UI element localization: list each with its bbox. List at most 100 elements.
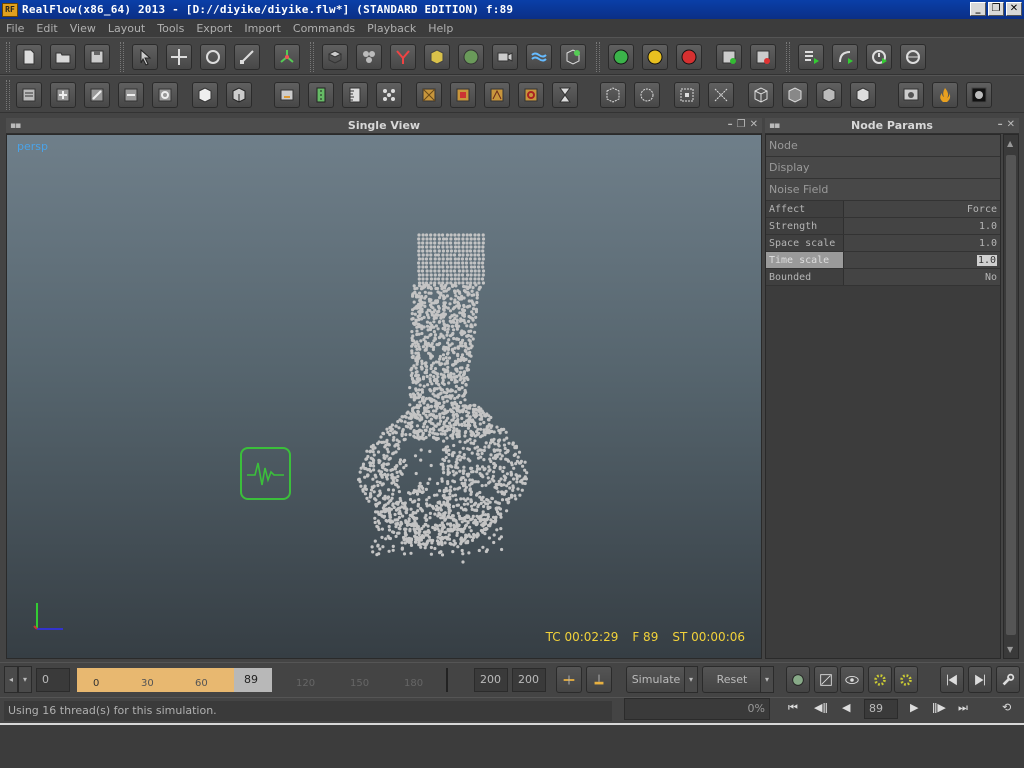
step-back-icon[interactable]: ◀ǁ [814,701,828,714]
menu-file[interactable]: File [6,22,24,35]
fire-icon[interactable] [932,82,958,108]
cube-outline-icon[interactable] [748,82,774,108]
menu-edit[interactable]: Edit [36,22,57,35]
emitter-icon[interactable] [356,44,382,70]
node-link-icon[interactable] [84,82,110,108]
panel-close-icon[interactable]: ✕ [750,119,758,130]
param-value-text[interactable]: 1.0 [976,255,997,266]
camera-icon[interactable] [492,44,518,70]
render-icon[interactable] [898,82,924,108]
timer-icon[interactable] [866,44,892,70]
reset-button[interactable]: Reset [702,666,762,693]
param-row-affect[interactable]: Affect Force [766,201,1000,218]
section-node[interactable]: Node [766,135,1000,157]
menu-export[interactable]: Export [196,22,232,35]
cube-solid-icon[interactable] [226,82,252,108]
panel-float-icon[interactable]: ❐ [737,119,746,130]
menu-playback[interactable]: Playback [367,22,416,35]
toolbar-grip[interactable] [120,42,124,72]
box-icon[interactable] [424,44,450,70]
menu-tools[interactable]: Tools [157,22,184,35]
cube-flat-icon[interactable] [816,82,842,108]
current-frame-field[interactable]: 89 [864,699,898,719]
film-icon[interactable] [308,82,334,108]
param-value[interactable]: 1.0 [844,218,1000,234]
panel-minimize-icon[interactable]: – [998,119,1003,130]
cube-shaded-icon[interactable] [782,82,808,108]
ruler-icon[interactable] [342,82,368,108]
menu-layout[interactable]: Layout [108,22,145,35]
cache-icon[interactable] [586,666,612,693]
scroll-thumb[interactable] [1006,155,1016,635]
max-frame-field[interactable]: 200 [512,668,546,692]
rotate-icon[interactable] [200,44,226,70]
play-back-icon[interactable]: ◀ [842,701,850,714]
select-arrow-icon[interactable] [132,44,158,70]
gear-yellow-icon[interactable] [894,666,918,693]
param-value[interactable]: 1.0 [844,235,1000,251]
param-row-time-scale[interactable]: Time scale 1.0 [766,252,1000,269]
toolbar-grip[interactable] [596,42,600,72]
menu-commands[interactable]: Commands [293,22,355,35]
param-row-space-scale[interactable]: Space scale 1.0 [766,235,1000,252]
close-button[interactable]: ✕ [1006,2,1022,16]
script-run-icon[interactable] [832,44,858,70]
toolbar-grip[interactable] [6,80,10,110]
globe-icon[interactable] [900,44,926,70]
cube-wire-icon[interactable] [192,82,218,108]
start-frame-field[interactable]: 0 [36,668,70,692]
current-frame-marker[interactable]: 89 [234,668,272,692]
end-frame-field[interactable]: 200 [474,668,508,692]
noise-daemon-icon[interactable] [240,447,291,500]
panel-close-icon[interactable]: ✕ [1007,119,1015,130]
go-start-icon[interactable]: ⏮ [788,701,798,715]
edit-curve-icon[interactable] [814,666,838,693]
node-refresh-icon[interactable] [152,82,178,108]
status-green-icon[interactable] [608,44,634,70]
wrench-icon[interactable] [996,666,1020,693]
realwave-icon[interactable] [526,44,552,70]
simulate-dropdown-icon[interactable]: ▾ [684,666,698,693]
add-node-icon[interactable] [50,82,76,108]
hourglass-icon[interactable] [552,82,578,108]
export-icon[interactable] [274,82,300,108]
frame-node-icon[interactable] [674,82,700,108]
status-red-icon[interactable] [676,44,702,70]
maximize-button[interactable]: ❐ [988,2,1004,16]
globe-settings-icon[interactable] [786,666,810,693]
gear-green-icon[interactable] [868,666,892,693]
menu-view[interactable]: View [70,22,96,35]
simulate-button[interactable]: Simulate [626,666,686,693]
crate-icon[interactable] [416,82,442,108]
play-icon[interactable]: ▶ [910,701,918,714]
key-icon[interactable] [556,666,582,693]
display-icon[interactable] [966,82,992,108]
hybrido-icon[interactable] [560,44,586,70]
save-red-icon[interactable] [750,44,776,70]
mesh-icon[interactable] [458,44,484,70]
reset-dropdown-icon[interactable]: ▾ [760,666,774,693]
move-icon[interactable] [166,44,192,70]
param-value[interactable]: Force [844,201,1000,217]
minimize-button[interactable]: _ [970,2,986,16]
save-green-icon[interactable] [716,44,742,70]
step-forward-icon[interactable]: ǁ▶ [932,701,946,714]
batch-script-icon[interactable] [798,44,824,70]
cloth-icon[interactable] [600,82,626,108]
3d-viewport[interactable]: persp TC 00:02:29 F 89 ST 00:00:06 [6,134,762,659]
scroll-down-icon[interactable]: ▼ [1007,645,1013,654]
toolbar-grip[interactable] [310,42,314,72]
go-end-icon[interactable]: ⏭ [958,701,968,715]
param-row-strength[interactable]: Strength 1.0 [766,218,1000,235]
crate-target-icon[interactable] [518,82,544,108]
menu-help[interactable]: Help [428,22,453,35]
object-icon[interactable] [322,44,348,70]
crate-red-icon[interactable] [450,82,476,108]
list-icon[interactable] [16,82,42,108]
crate-break-icon[interactable] [484,82,510,108]
scroll-up-icon[interactable]: ▲ [1007,139,1013,148]
cube-smooth-icon[interactable] [850,82,876,108]
open-folder-icon[interactable] [50,44,76,70]
menu-import[interactable]: Import [244,22,281,35]
scale-icon[interactable] [234,44,260,70]
